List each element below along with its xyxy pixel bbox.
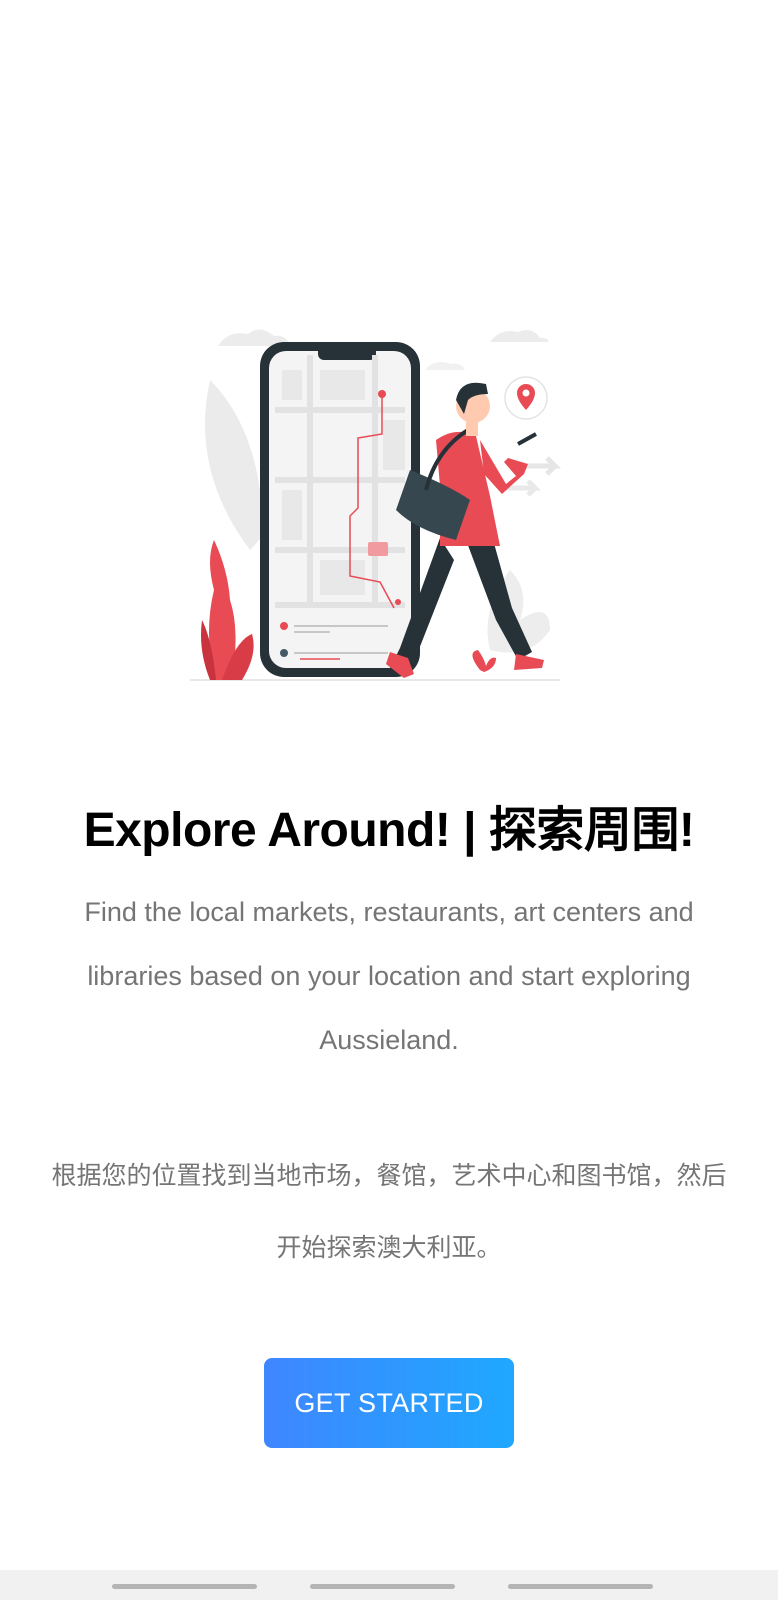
- small-red-plant: [472, 650, 496, 672]
- nav-back-handle[interactable]: [508, 1584, 653, 1589]
- location-pin-icon: [504, 376, 548, 420]
- explore-map-illustration: [190, 329, 562, 681]
- nav-recents-handle[interactable]: [112, 1584, 257, 1589]
- route-start-dot: [378, 390, 386, 398]
- cloud-mid: [425, 362, 465, 370]
- onboarding-screen: Explore Around! | 探索周围! Find the local m…: [0, 0, 778, 1600]
- description-chinese: 根据您的位置找到当地市场，餐馆，艺术中心和图书馆，然后开始探索澳大利亚。: [51, 1162, 727, 1262]
- get-started-button[interactable]: GET STARTED: [264, 1358, 514, 1448]
- page-title: Explore Around! | 探索周围!: [83, 804, 695, 857]
- cloud-right: [490, 330, 549, 342]
- description-english: Find the local markets, restaurants, art…: [84, 897, 694, 1055]
- map-tooltip: [368, 542, 388, 556]
- system-navigation-bar: [0, 1570, 778, 1600]
- nav-home-handle[interactable]: [310, 1584, 455, 1589]
